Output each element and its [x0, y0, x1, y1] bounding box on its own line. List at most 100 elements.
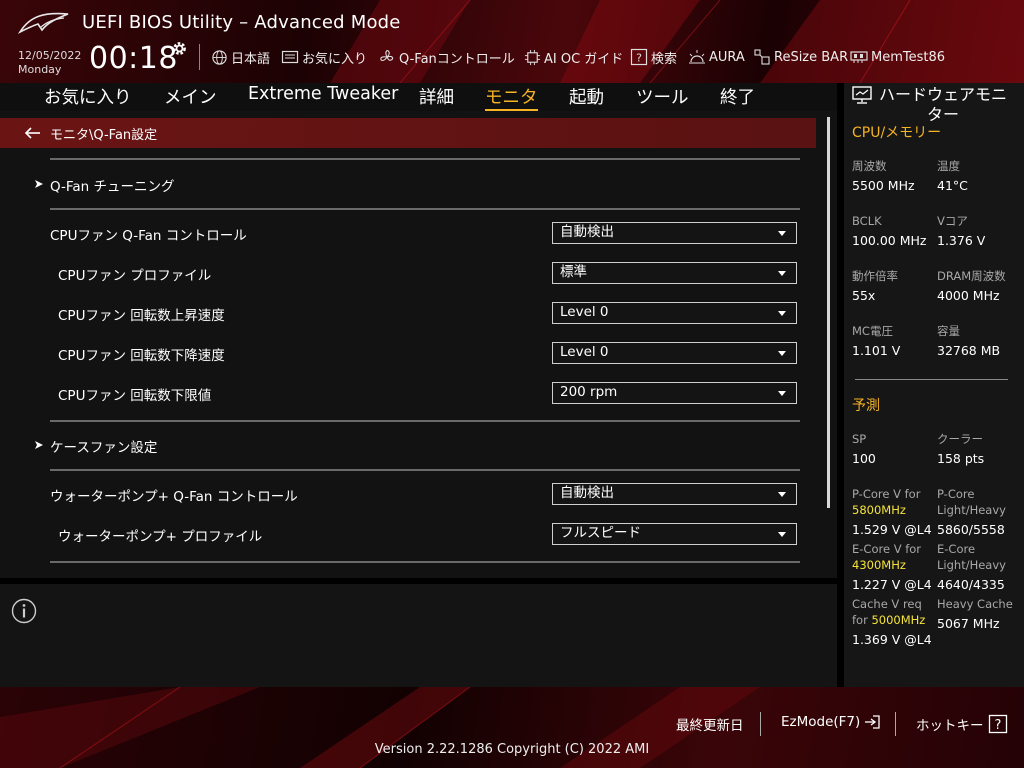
pump-profile-select[interactable]: フルスピード	[552, 523, 797, 545]
weekday-text: Monday	[18, 63, 62, 76]
tab-extreme-tweaker[interactable]: Extreme Tweaker	[248, 84, 398, 104]
qfan-control-button[interactable]: Q-Fanコントロール	[378, 48, 515, 67]
pcore-v-value: 1.529 V @L4	[852, 522, 932, 537]
window-title: UEFI BIOS Utility – Advanced Mode	[82, 12, 401, 33]
qfan-label: Q-Fanコントロール	[399, 51, 515, 67]
frequency-value: 5500 MHz	[852, 178, 915, 193]
sp-value: 100	[852, 451, 876, 466]
chevron-down-icon	[778, 351, 786, 356]
cpu-fan-profile-label: CPUファン プロファイル	[58, 268, 212, 284]
tab-main[interactable]: メイン	[164, 84, 217, 109]
cache-v-value: 1.369 V @L4	[852, 632, 932, 647]
bclk-value: 100.00 MHz	[852, 233, 927, 248]
cpu-fan-step-down-select[interactable]: Level 0	[552, 342, 797, 364]
cpu-fan-min-speed-label: CPUファン 回転数下限値	[58, 388, 212, 404]
cache-v-label-line1: Cache V req	[852, 597, 922, 611]
chevron-down-icon	[778, 311, 786, 316]
cpu-fan-step-down-label: CPUファン 回転数下降速度	[58, 348, 225, 364]
tab-favorites[interactable]: お気に入り	[44, 84, 132, 109]
pcore-lh-label: P-Core Light/Heavy	[937, 486, 1006, 518]
pcore-v-label-text: P-Core V for	[852, 487, 921, 501]
prediction-section-title: 予測	[852, 398, 880, 414]
divider	[855, 379, 1008, 380]
expand-arrow-icon	[35, 441, 43, 449]
clock[interactable]: 00:18	[89, 41, 178, 76]
footer-separator	[895, 712, 896, 736]
tab-monitor[interactable]: モニタ	[485, 84, 538, 111]
search-button[interactable]: ? 検索	[630, 48, 678, 67]
ratio-value: 55x	[852, 288, 876, 303]
info-icon	[11, 598, 37, 624]
pcore-lh-value: 5860/5558	[937, 522, 1005, 537]
cpu-fan-step-down-value: Level 0	[560, 344, 609, 360]
ratio-label: 動作倍率	[852, 269, 898, 283]
ai-oc-label: AI OC ガイド	[544, 51, 624, 67]
pump-profile-label: ウォーターポンプ+ プロファイル	[58, 529, 263, 545]
cpu-fan-min-speed-select[interactable]: 200 rpm	[552, 382, 797, 404]
cpu-fan-step-up-select[interactable]: Level 0	[552, 302, 797, 324]
chip-icon	[524, 49, 541, 65]
date-text: 12/05/2022	[18, 49, 82, 62]
pump-control-label: ウォーターポンプ+ Q-Fan コントロール	[50, 489, 298, 505]
tab-tool[interactable]: ツール	[636, 84, 689, 109]
pump-profile-value: フルスピード	[560, 525, 641, 541]
pump-control-select[interactable]: 自動検出	[552, 483, 797, 505]
back-arrow-icon[interactable]	[24, 125, 42, 141]
ecore-lh-label: E-Core Light/Heavy	[937, 541, 1006, 573]
aura-button[interactable]: AURA	[688, 48, 745, 66]
globe-icon	[212, 49, 227, 65]
date-display: 12/05/2022 Monday	[18, 49, 81, 77]
temperature-label: 温度	[937, 159, 960, 173]
gear-icon[interactable]	[171, 40, 188, 57]
bclk-label: BCLK	[852, 214, 882, 228]
aura-label: AURA	[709, 49, 745, 65]
divider	[50, 420, 800, 422]
cpu-fan-profile-select[interactable]: 標準	[552, 262, 797, 284]
hardware-monitor-title: ハードウェアモニター	[878, 85, 1007, 124]
language-button[interactable]: 日本語	[211, 48, 270, 67]
cooler-value: 158 pts	[937, 451, 985, 466]
cpu-fan-control-value: 自動検出	[560, 224, 614, 240]
cpu-fan-profile-value: 標準	[560, 264, 587, 280]
mc-voltage-label: MC電圧	[852, 324, 893, 338]
pcore-v-label: P-Core V for 5800MHz	[852, 486, 920, 518]
tab-exit[interactable]: 終了	[720, 84, 755, 109]
dram-freq-label: DRAM周波数	[937, 269, 1006, 283]
pcore-v-freq: 5800MHz	[852, 503, 906, 517]
heavy-cache-label: Heavy Cache	[937, 597, 1013, 611]
divider	[50, 469, 800, 471]
svg-text:?: ?	[994, 718, 1001, 733]
scrollbar[interactable]	[827, 117, 830, 508]
version-text: Version 2.22.1286 Copyright (C) 2022 AMI	[374, 742, 650, 757]
memtest-button[interactable]: MemTest86	[850, 48, 945, 66]
ai-oc-guide-button[interactable]: AI OC ガイド	[524, 48, 624, 67]
search-label: 検索	[651, 51, 678, 67]
cpu-memory-section-title: CPU/メモリー	[852, 125, 942, 141]
tab-advanced[interactable]: 詳細	[419, 84, 454, 109]
vcore-value: 1.376 V	[937, 233, 986, 248]
memtest-label: MemTest86	[871, 49, 946, 65]
last-modified-button[interactable]: 最終更新日	[676, 714, 744, 734]
rog-logo-icon	[18, 12, 69, 34]
exit-arrow-icon	[865, 715, 880, 729]
memtest-icon	[850, 51, 868, 63]
vcore-label: Vコア	[937, 214, 968, 228]
help-search-icon: ?	[630, 48, 648, 66]
qfan-tuning-link[interactable]: Q-Fan チューニング	[50, 175, 175, 195]
capacity-label: 容量	[937, 324, 960, 338]
ezmode-button[interactable]: EzMode(F7)	[781, 714, 881, 730]
resize-bar-button[interactable]: ReSize BAR	[753, 48, 848, 66]
hotkey-button[interactable]: ホットキー ?	[916, 714, 1008, 734]
chevron-down-icon	[778, 391, 786, 396]
ecore-v-label-text: E-Core V for	[852, 542, 922, 556]
heavy-cache-value: 5067 MHz	[937, 616, 1000, 631]
hotkey-label: ホットキー	[916, 718, 984, 734]
tab-boot[interactable]: 起動	[569, 84, 604, 109]
cpu-fan-control-select[interactable]: 自動検出	[552, 222, 797, 244]
breadcrumb-path: モニタ\Q-Fan設定	[50, 128, 158, 143]
case-fan-settings-link[interactable]: ケースファン設定	[50, 436, 157, 456]
cpu-fan-min-speed-value: 200 rpm	[560, 384, 618, 400]
chevron-down-icon	[778, 532, 786, 537]
favorites-button[interactable]: お気に入り	[281, 48, 367, 67]
expand-arrow-icon	[35, 180, 43, 188]
